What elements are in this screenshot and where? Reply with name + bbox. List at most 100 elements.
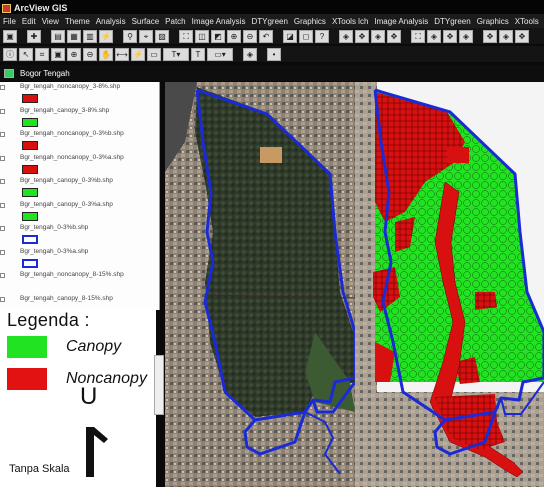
extension-tool-1-icon[interactable]: ◈: [339, 29, 353, 43]
theme-name: Bgr_tengah_canopy_3-8%.shp: [20, 106, 110, 114]
help-icon[interactable]: ?: [315, 29, 329, 43]
draw-tool-icon[interactable]: ▭▾: [207, 47, 233, 61]
zoom-out-tool-icon[interactable]: ⊖: [83, 47, 97, 61]
theme-visibility-checkbox[interactable]: [0, 249, 5, 255]
theme-visibility-checkbox[interactable]: [0, 85, 5, 90]
toc-theme[interactable]: Bgr_tengah_noncanopy_3-8%.shp: [0, 82, 159, 106]
menu-surface[interactable]: Surface: [129, 17, 163, 26]
find-icon[interactable]: ⚲: [123, 29, 137, 43]
toc-theme[interactable]: Bgr_tengah_noncanopy_0-3%b.shp: [0, 129, 159, 153]
hotlink-tool-icon[interactable]: ⚡: [131, 47, 145, 61]
north-letter: U: [80, 383, 98, 410]
locate-address-icon[interactable]: ⌖: [139, 29, 153, 43]
zoom-full-extent-icon[interactable]: ⛶: [179, 29, 193, 43]
arcview-app-icon: [2, 3, 11, 13]
extension-tool-13-icon[interactable]: •: [267, 47, 281, 61]
zoom-in-icon[interactable]: ⊕: [227, 29, 241, 43]
toc-theme[interactable]: Bgr_tengah_canopy_0-3%a.shp: [0, 200, 159, 224]
pan-icon[interactable]: ✋: [99, 47, 113, 61]
menu-dtygreen-2[interactable]: DTYgreen: [431, 17, 473, 26]
menu-file[interactable]: File: [0, 17, 19, 26]
theme-name: Bgr_tengah_0-3%b.shp: [20, 224, 89, 231]
legend-swatch-noncanopy: [7, 368, 47, 390]
extension-tool-8-icon[interactable]: ◈: [459, 29, 473, 43]
save-project-icon[interactable]: ▣: [3, 29, 17, 43]
menu-graphics-2[interactable]: Graphics: [474, 17, 512, 26]
extension-tool-12-icon[interactable]: ◈: [243, 47, 257, 61]
select-feature-tool-icon[interactable]: ▣: [51, 47, 65, 61]
zoom-to-themes-icon[interactable]: ◫: [195, 29, 209, 43]
label-tool-icon[interactable]: T▾: [163, 47, 189, 61]
area-of-interest-icon[interactable]: ▭: [147, 47, 161, 61]
extension-tool-6-icon[interactable]: ◈: [427, 29, 441, 43]
menu-image-analysis[interactable]: Image Analysis: [189, 17, 249, 26]
theme-visibility-checkbox[interactable]: [0, 226, 5, 231]
vertex-edit-icon[interactable]: ⌗: [35, 47, 49, 61]
open-table-icon[interactable]: ▥: [83, 29, 97, 43]
identify-icon[interactable]: ⓘ: [3, 47, 17, 61]
menu-view[interactable]: View: [39, 17, 62, 26]
legend-label-noncanopy: Noncanopy: [66, 370, 147, 387]
menu-xtools[interactable]: XTools: [512, 17, 542, 26]
toc-theme[interactable]: Bgr_tengah_noncanopy_0-3%a.shp: [0, 153, 159, 177]
extension-tool-9-icon[interactable]: ✥: [483, 29, 497, 43]
toc-theme[interactable]: Bgr_tengah_canopy_0-3%b.shp: [0, 176, 159, 200]
theme-visibility-checkbox[interactable]: [0, 132, 5, 137]
text-tool-icon[interactable]: T: [191, 47, 205, 61]
extension-tool-7-icon[interactable]: ✥: [443, 29, 457, 43]
theme-visibility-checkbox[interactable]: [0, 296, 5, 302]
menu-bar: File Edit View Theme Analysis Surface Pa…: [0, 14, 544, 28]
theme-visibility-checkbox[interactable]: [0, 108, 5, 114]
toc-theme[interactable]: Bgr_tengah_noncanopy_8-15%.shp: [0, 270, 159, 294]
window-title: ArcView GIS: [14, 3, 68, 13]
toc-theme[interactable]: Bgr_tengah_0-3%b.shp: [0, 223, 159, 247]
theme-name: Bgr_tengah_canopy_0-3%b.shp: [20, 177, 113, 184]
theme-symbol: [22, 211, 38, 221]
clear-selection-icon[interactable]: ◻: [299, 29, 313, 43]
hot-link-icon[interactable]: ⚡: [99, 29, 113, 43]
select-features-icon[interactable]: ◪: [283, 29, 297, 43]
theme-name: Bgr_tengah_canopy_0-3%a.shp: [20, 200, 113, 208]
pointer-icon[interactable]: ↖: [19, 47, 33, 61]
menu-xtools-lch[interactable]: XTools lch: [329, 17, 371, 26]
toc-theme[interactable]: Bgr_tengah_0-3%a.shp: [0, 247, 159, 271]
theme-visibility-checkbox[interactable]: [0, 155, 5, 161]
menu-dtygreen[interactable]: DTYgreen: [248, 17, 290, 26]
theme-properties-icon[interactable]: ▤: [51, 29, 65, 43]
theme-visibility-checkbox[interactable]: [0, 179, 5, 184]
map-classified-view[interactable]: [355, 82, 544, 487]
measure-icon[interactable]: ⟷: [115, 47, 129, 61]
extension-tool-4-icon[interactable]: ✥: [387, 29, 401, 43]
menu-graphics[interactable]: Graphics: [291, 17, 329, 26]
legend-label-canopy: Canopy: [66, 338, 122, 355]
toc-theme[interactable]: Bgr_tengah_canopy_3-8%.shp: [0, 106, 159, 130]
zoom-previous-icon[interactable]: ↶: [259, 29, 273, 43]
menu-analysis[interactable]: Analysis: [93, 17, 129, 26]
legend-title: Legenda :: [7, 310, 90, 330]
zoom-to-selected-icon[interactable]: ◩: [211, 29, 225, 43]
menu-patch[interactable]: Patch: [162, 17, 188, 26]
zoom-in-tool-icon[interactable]: ⊕: [67, 47, 81, 61]
legend-scrollbar[interactable]: [154, 355, 164, 415]
table-of-contents: Bgr_tengah_noncanopy_3-8%.shp Bgr_tengah…: [0, 82, 160, 310]
extension-tool-3-icon[interactable]: ◈: [371, 29, 385, 43]
extension-tool-2-icon[interactable]: ✥: [355, 29, 369, 43]
menu-image-analysis-2[interactable]: Image Analysis: [371, 17, 431, 26]
map-satellite-view[interactable]: [165, 82, 355, 487]
zoom-out-icon[interactable]: ⊖: [243, 29, 257, 43]
menu-theme[interactable]: Theme: [62, 17, 93, 26]
theme-visibility-checkbox[interactable]: [0, 202, 5, 208]
add-theme-icon[interactable]: ✚: [27, 29, 41, 43]
extension-tool-10-icon[interactable]: ◈: [499, 29, 513, 43]
view-window-title[interactable]: Bogor Tengah: [0, 65, 544, 81]
theme-symbol: [22, 258, 38, 268]
view-title: Bogor Tengah: [20, 68, 70, 78]
theme-name: Bgr_tengah_noncanopy_0-3%a.shp: [20, 153, 124, 161]
extension-tool-5-icon[interactable]: ⛶: [411, 29, 425, 43]
menu-edit[interactable]: Edit: [19, 17, 39, 26]
edit-legend-icon[interactable]: ▦: [67, 29, 81, 43]
query-builder-icon[interactable]: ▨: [155, 29, 169, 43]
theme-visibility-checkbox[interactable]: [0, 273, 5, 278]
theme-name: Bgr_tengah_canopy_8-15%.shp: [20, 294, 113, 302]
extension-tool-11-icon[interactable]: ✥: [515, 29, 529, 43]
